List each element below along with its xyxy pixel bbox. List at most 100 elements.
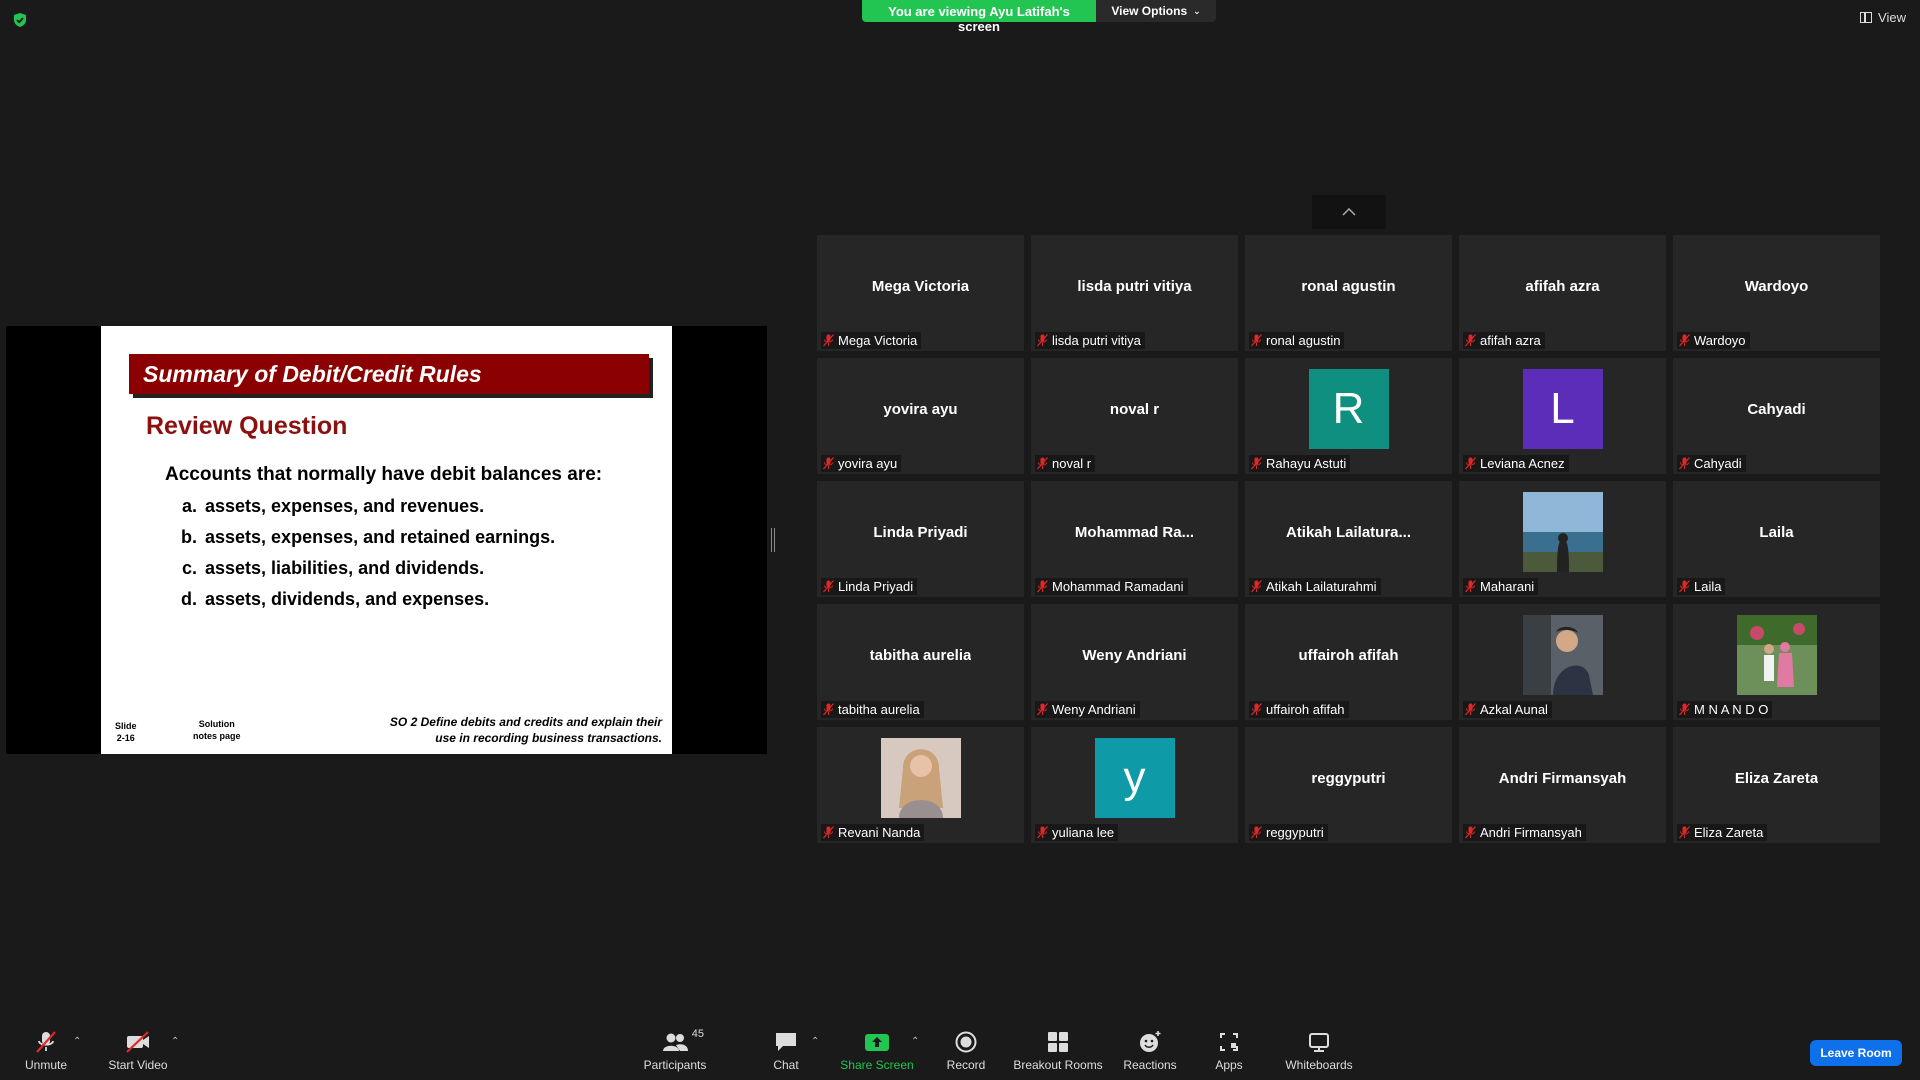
participant-name-label: lisda putri vitiya	[1035, 332, 1145, 349]
chat-bubble-icon	[776, 1033, 796, 1051]
breakout-rooms-label: Breakout Rooms	[1013, 1058, 1103, 1072]
start-video-button[interactable]: Start Video	[108, 1028, 168, 1072]
participant-tile[interactable]: yovira ayu yovira ayu	[817, 358, 1024, 474]
participant-tile[interactable]: Andri Firmansyah Andri Firmansyah	[1459, 727, 1666, 843]
participant-name-label: Maharani	[1463, 578, 1539, 595]
participant-avatar: y	[1094, 738, 1175, 818]
participant-name-label: uffairoh afifah	[1249, 701, 1349, 718]
panel-splitter-handle[interactable]	[771, 528, 775, 552]
share-screen-button[interactable]: Share Screen	[840, 1028, 914, 1072]
participant-name-label: Wardoyo	[1677, 332, 1750, 349]
participant-name: Mohammad Ramadani	[1052, 579, 1184, 594]
participant-tile[interactable]: Azkal Aunal	[1459, 604, 1666, 720]
participant-tile[interactable]: y yuliana lee	[1031, 727, 1238, 843]
participant-name-label: M N A N D O	[1677, 701, 1773, 718]
participant-name: Laila	[1694, 579, 1722, 594]
participant-display-name: yovira ayu	[883, 400, 958, 418]
participant-tile[interactable]: Mega Victoria Mega Victoria	[817, 235, 1024, 351]
breakout-rooms-button[interactable]: Breakout Rooms	[1013, 1028, 1103, 1072]
video-camera-off-icon	[126, 1031, 149, 1053]
participant-tile[interactable]: Weny Andriani Weny Andriani	[1031, 604, 1238, 720]
participant-tile[interactable]: Wardoyo Wardoyo	[1673, 235, 1880, 351]
chat-options-caret-icon[interactable]: ⌃	[811, 1036, 819, 1047]
participant-name: Andri Firmansyah	[1480, 825, 1582, 840]
participant-name: Azkal Aunal	[1480, 702, 1548, 717]
participant-name: Cahyadi	[1694, 456, 1742, 471]
participant-tile[interactable]: M N A N D O	[1673, 604, 1880, 720]
leave-room-button[interactable]: Leave Room	[1810, 1040, 1902, 1066]
participant-tile[interactable]: R Rahayu Astuti	[1245, 358, 1452, 474]
participant-tile[interactable]: tabitha aurelia tabitha aurelia	[817, 604, 1024, 720]
participant-display-name: Eliza Zareta	[1734, 769, 1819, 787]
participant-tile[interactable]: ronal agustin ronal agustin	[1245, 235, 1452, 351]
participant-tile[interactable]: Cahyadi Cahyadi	[1673, 358, 1880, 474]
microphone-muted-icon	[1679, 457, 1690, 470]
shared-screen[interactable]: Summary of Debit/Credit Rules Review Que…	[6, 326, 767, 754]
view-options-button[interactable]: View Options ⌄	[1096, 0, 1216, 22]
participant-tile[interactable]: noval r noval r	[1031, 358, 1238, 474]
record-button[interactable]: Record	[946, 1028, 986, 1072]
participant-tile[interactable]: Laila Laila	[1673, 481, 1880, 597]
participant-photo	[880, 738, 961, 818]
participant-name-label: Leviana Acnez	[1463, 455, 1569, 472]
participant-name: M N A N D O	[1694, 702, 1769, 717]
view-button[interactable]: View	[1860, 10, 1906, 25]
apps-icon	[1220, 1033, 1238, 1051]
unmute-button[interactable]: Unmute	[20, 1028, 72, 1072]
reactions-label: Reactions	[1123, 1058, 1177, 1072]
microphone-muted-icon	[36, 1031, 56, 1053]
participant-tile[interactable]: lisda putri vitiya lisda putri vitiya	[1031, 235, 1238, 351]
gallery-scroll-up-button[interactable]	[1312, 195, 1386, 229]
participant-avatar: R	[1308, 369, 1389, 449]
microphone-muted-icon	[1251, 334, 1262, 347]
whiteboards-button[interactable]: Whiteboards	[1284, 1028, 1354, 1072]
participant-tile[interactable]: Eliza Zareta Eliza Zareta	[1673, 727, 1880, 843]
participant-tile[interactable]: Maharani	[1459, 481, 1666, 597]
microphone-muted-icon	[1251, 703, 1262, 716]
participant-name-label: Andri Firmansyah	[1463, 824, 1586, 841]
participant-display-name: ronal agustin	[1301, 277, 1396, 295]
microphone-muted-icon	[1465, 580, 1476, 593]
share-options-caret-icon[interactable]: ⌃	[911, 1036, 919, 1047]
microphone-muted-icon	[1251, 826, 1262, 839]
chat-button[interactable]: Chat	[766, 1028, 806, 1072]
audio-options-caret-icon[interactable]: ⌃	[73, 1036, 81, 1047]
participant-name-label: Linda Priyadi	[821, 578, 918, 595]
record-icon	[955, 1031, 977, 1053]
participant-name: yovira ayu	[838, 456, 898, 471]
microphone-muted-icon	[1037, 703, 1048, 716]
participant-tile[interactable]: reggyputri reggyputri	[1245, 727, 1452, 843]
participant-tile[interactable]: Revani Nanda	[817, 727, 1024, 843]
record-label: Record	[946, 1058, 986, 1072]
participant-tile[interactable]: uffairoh afifah uffairoh afifah	[1245, 604, 1452, 720]
microphone-muted-icon	[1465, 457, 1476, 470]
encryption-shield-icon[interactable]	[12, 12, 28, 28]
participant-display-name: Mega Victoria	[871, 277, 970, 295]
share-screen-icon	[865, 1034, 889, 1051]
participants-button[interactable]: 45 Participants	[640, 1028, 710, 1072]
apps-button[interactable]: Apps	[1214, 1028, 1244, 1072]
unmute-label: Unmute	[24, 1058, 68, 1072]
participant-photo	[1522, 492, 1603, 572]
participant-name-label: afifah azra	[1463, 332, 1545, 349]
breakout-rooms-icon	[1048, 1032, 1068, 1052]
participant-tile[interactable]: L Leviana Acnez	[1459, 358, 1666, 474]
participant-tile[interactable]: Mohammad Ra... Mohammad Ramadani	[1031, 481, 1238, 597]
video-options-caret-icon[interactable]: ⌃	[171, 1036, 179, 1047]
participant-tile[interactable]: afifah azra afifah azra	[1459, 235, 1666, 351]
view-options-label: View Options	[1111, 4, 1188, 18]
slide-question: Accounts that normally have debit balanc…	[165, 464, 603, 485]
participant-name: lisda putri vitiya	[1052, 333, 1141, 348]
participant-display-name: Andri Firmansyah	[1498, 769, 1627, 787]
view-layout-icon	[1860, 12, 1873, 23]
participant-tile[interactable]: Atikah Lailatura... Atikah Lailaturahmi	[1245, 481, 1452, 597]
participant-display-name: Laila	[1759, 523, 1794, 541]
participant-display-name: tabitha aurelia	[869, 646, 972, 664]
participant-name: Wardoyo	[1694, 333, 1746, 348]
chevron-up-icon	[1342, 208, 1356, 216]
participant-tile[interactable]: Linda Priyadi Linda Priyadi	[817, 481, 1024, 597]
participant-name: afifah azra	[1480, 333, 1541, 348]
participant-photo	[1522, 615, 1603, 695]
microphone-muted-icon	[1037, 580, 1048, 593]
reactions-button[interactable]: Reactions	[1123, 1028, 1177, 1072]
